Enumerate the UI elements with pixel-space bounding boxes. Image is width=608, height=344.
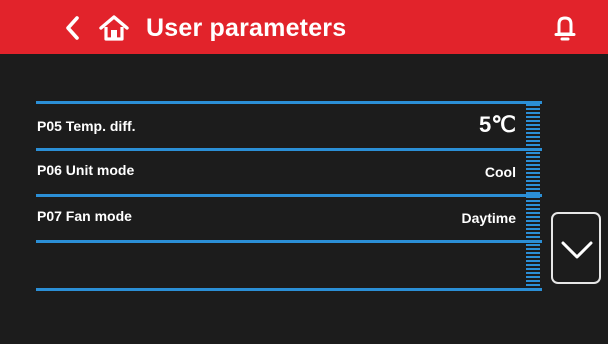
scrollbar-track: [526, 104, 540, 286]
parameter-row-p07[interactable]: P07 Fan mode Daytime: [36, 197, 520, 241]
bell-icon: [554, 16, 576, 41]
parameter-list: P05 Temp. diff. 5℃ P06 Unit mode Cool P0…: [36, 101, 542, 293]
divider: [36, 288, 542, 291]
parameter-label: P07 Fan mode: [37, 208, 132, 224]
parameter-label: P06 Unit mode: [37, 162, 135, 178]
chevron-left-icon: [66, 16, 79, 40]
home-button[interactable]: [98, 13, 130, 43]
parameter-value: Daytime: [461, 210, 516, 226]
back-button[interactable]: [58, 13, 88, 43]
parameter-label: P05 Temp. diff.: [37, 118, 136, 134]
parameter-value: Cool: [484, 164, 516, 180]
scrollbar[interactable]: [525, 104, 541, 288]
home-icon: [99, 15, 129, 41]
alarm-button[interactable]: [552, 14, 578, 42]
parameter-row-p05[interactable]: P05 Temp. diff. 5℃: [36, 104, 520, 148]
screen: User parameters P05 Temp. diff. 5℃ P06 U…: [0, 0, 608, 344]
header-bar: User parameters: [0, 0, 608, 54]
parameter-value: 5℃: [479, 112, 516, 137]
parameter-row-p06[interactable]: P06 Unit mode Cool: [36, 151, 520, 195]
scroll-down-button[interactable]: [551, 212, 601, 284]
page-title: User parameters: [146, 14, 347, 42]
chevron-down-icon: [561, 241, 593, 259]
